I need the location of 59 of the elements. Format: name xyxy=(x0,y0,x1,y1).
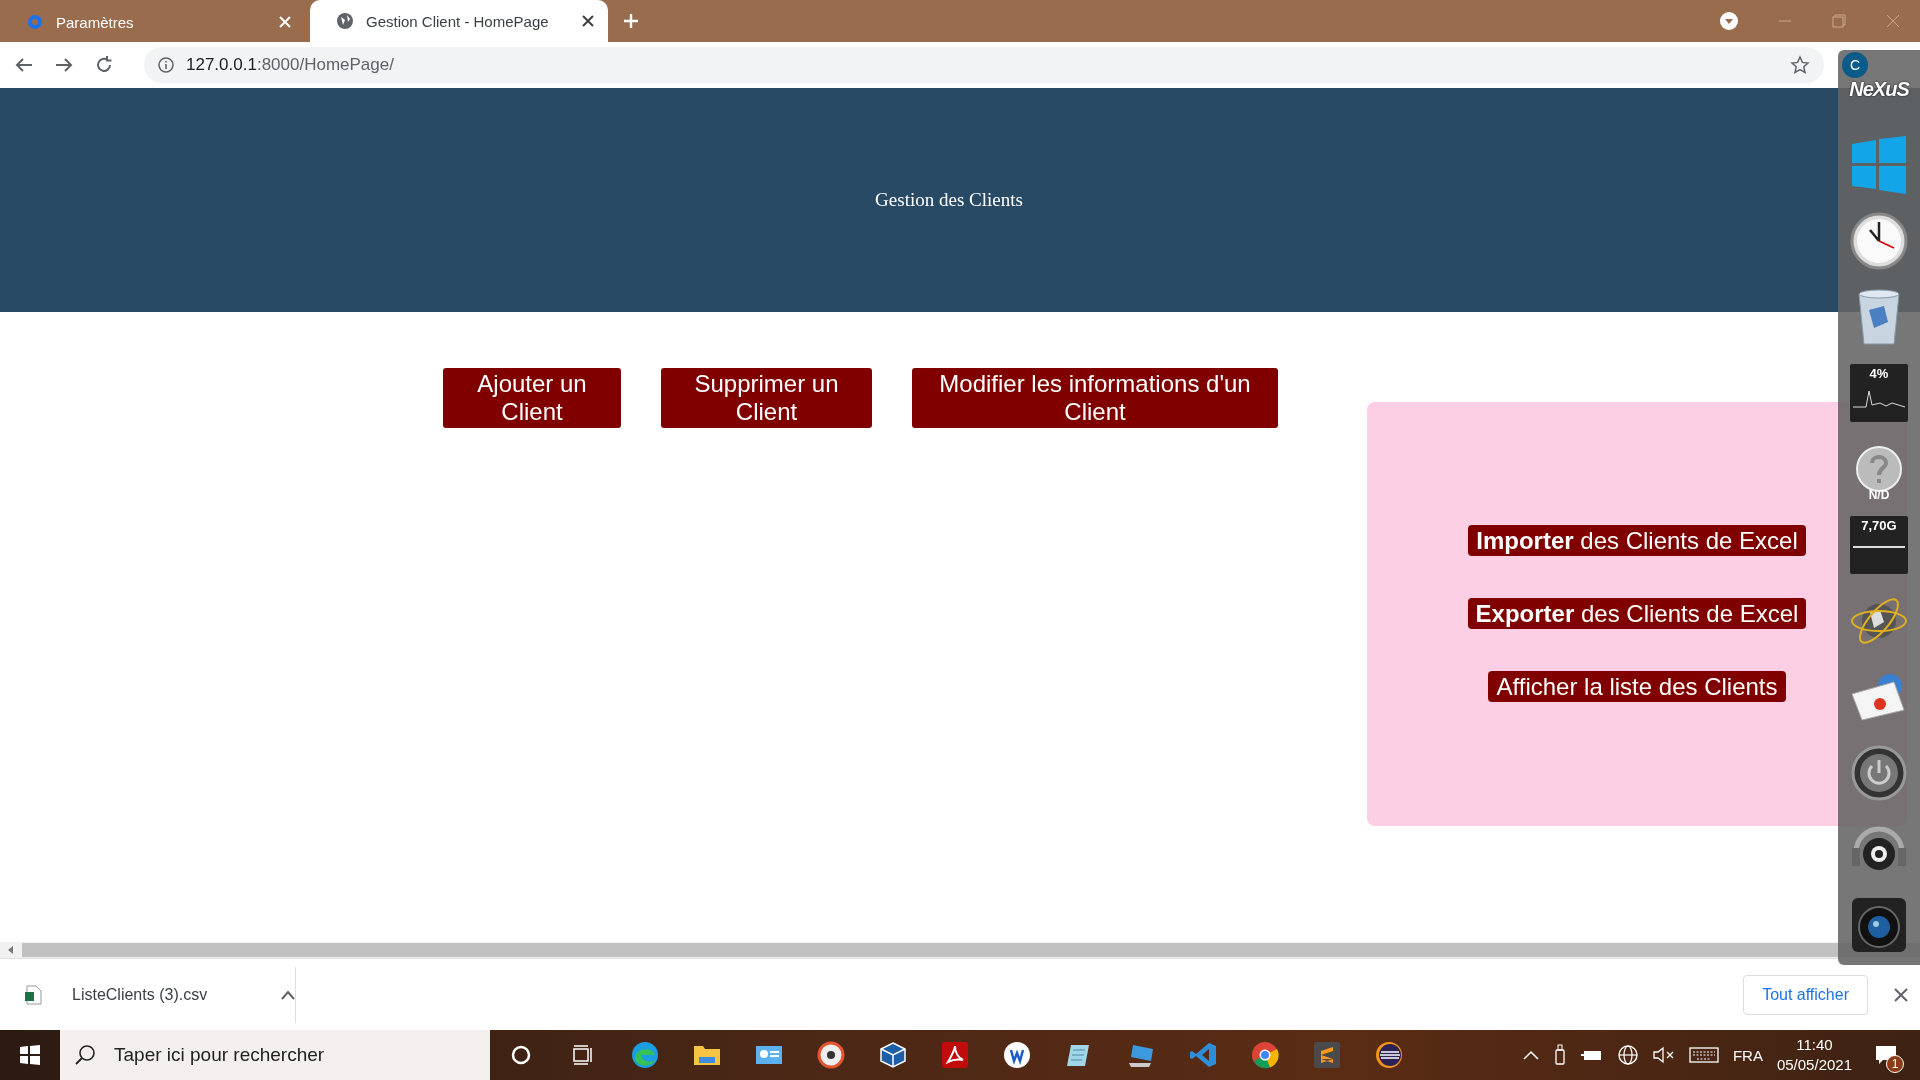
usb-drive-icon[interactable] xyxy=(1552,1044,1567,1066)
power-button-icon[interactable] xyxy=(1851,745,1907,801)
chrome-browser-icon[interactable] xyxy=(1251,1041,1279,1069)
globe-icon[interactable] xyxy=(1616,1044,1639,1066)
page-title: Gestion des Clients xyxy=(875,189,1023,211)
camera-lens-icon[interactable] xyxy=(1850,896,1908,954)
dock-logo: NeXuS xyxy=(1849,77,1909,101)
mail-envelope-icon[interactable] xyxy=(1850,672,1908,722)
code-editor-icon[interactable] xyxy=(1189,1041,1217,1069)
eclipse-icon[interactable] xyxy=(1375,1041,1403,1069)
edge-browser-icon[interactable] xyxy=(631,1041,659,1069)
close-icon[interactable] xyxy=(1894,987,1908,1002)
address-field[interactable]: 127.0.0.1:8000/HomePage/ xyxy=(144,47,1824,83)
notification-button[interactable]: 1 xyxy=(1866,1035,1906,1075)
star-icon[interactable] xyxy=(1790,55,1810,75)
scroll-left-icon[interactable] xyxy=(6,945,16,955)
excel-button[interactable]: Importer des Clients de Excel xyxy=(1468,525,1806,556)
url-host: 127.0.0.1 xyxy=(186,55,257,75)
memory-meter: 7,70G xyxy=(1849,515,1909,575)
info-icon xyxy=(158,57,174,73)
browser-tab[interactable]: Paramètres xyxy=(0,2,305,42)
search-icon xyxy=(74,1044,96,1066)
keyboard-icon[interactable] xyxy=(1688,1046,1719,1064)
windows-start-icon[interactable] xyxy=(20,1045,40,1065)
taskbar-clock[interactable]: 11:40 05/05/2021 xyxy=(1776,1035,1852,1075)
action-button[interactable]: Ajouter un Client xyxy=(443,368,621,428)
cpu-meter: 4% xyxy=(1849,363,1909,423)
disc-icon[interactable] xyxy=(817,1041,845,1069)
clock-icon[interactable] xyxy=(1850,212,1908,270)
url-path: :8000/HomePage/ xyxy=(256,55,394,75)
close-icon[interactable] xyxy=(582,15,594,27)
cortana-circle-icon[interactable] xyxy=(510,1044,532,1066)
status-text: N/D xyxy=(1868,488,1890,502)
spreadsheet-icon xyxy=(24,984,42,1005)
folder-icon[interactable] xyxy=(693,1043,721,1067)
dropdown-icon[interactable] xyxy=(1720,12,1738,30)
pdf-reader-icon[interactable] xyxy=(941,1041,969,1069)
action-button[interactable]: Modifier les informations d'un Client xyxy=(912,368,1278,428)
notification-count: 1 xyxy=(1886,1055,1904,1073)
globe-icon xyxy=(336,12,354,30)
muted-speaker-icon[interactable] xyxy=(1652,1046,1675,1064)
reload-icon[interactable] xyxy=(94,55,114,75)
excel-button[interactable]: Afficher la liste des Clients xyxy=(1488,671,1786,702)
plus-icon[interactable] xyxy=(623,13,639,29)
task-view-icon[interactable] xyxy=(572,1044,594,1066)
excel-button[interactable]: Exporter des Clients de Excel xyxy=(1467,598,1807,629)
app-circle-icon[interactable] xyxy=(1003,1041,1031,1069)
sublime-text-icon[interactable] xyxy=(1313,1041,1341,1069)
battery-icon[interactable] xyxy=(1580,1048,1603,1062)
gear-icon xyxy=(26,13,44,31)
contact-card-icon[interactable] xyxy=(755,1044,783,1066)
caret-up-icon[interactable] xyxy=(281,989,295,1000)
language-indicator[interactable]: FRA xyxy=(1732,1046,1763,1064)
cube-icon[interactable] xyxy=(879,1041,907,1069)
browser-tab[interactable]: Gestion Client - HomePage xyxy=(310,0,608,42)
taskbar-search-field[interactable]: Taper ici pour rechercher xyxy=(60,1030,490,1080)
show-all-button[interactable]: Tout afficher xyxy=(1743,974,1868,1015)
action-button[interactable]: Supprimer un Client xyxy=(661,368,872,428)
download-item[interactable]: ListeClients (3).csv xyxy=(0,966,296,1023)
